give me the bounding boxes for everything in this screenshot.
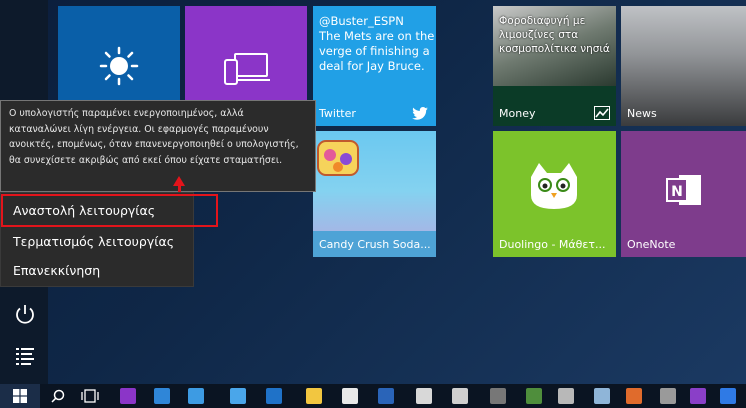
twitter-bird-icon bbox=[412, 107, 428, 120]
tile-label-twitter: Twitter bbox=[319, 107, 356, 120]
app-icon bbox=[378, 388, 394, 404]
folder-icon bbox=[306, 388, 322, 404]
onenote-logo-icon: N bbox=[666, 175, 701, 205]
taskbar-app-4[interactable] bbox=[222, 384, 254, 408]
power-menu: Αναστολή λειτουργίας Τερματισμός λειτουρ… bbox=[0, 192, 218, 287]
taskbar-app-3[interactable] bbox=[180, 384, 212, 408]
tile-money[interactable]: Φοροδιαφυγή με λιμουζίνες στα κοσμοπολίτ… bbox=[493, 6, 616, 126]
sleep-highlight-box bbox=[1, 194, 218, 227]
all-apps-icon[interactable] bbox=[13, 344, 37, 368]
tile-label-money: Money bbox=[499, 107, 536, 120]
money-headline: Φοροδιαφυγή με λιμουζίνες στα κοσμοπολίτ… bbox=[499, 15, 610, 55]
taskbar-search-button[interactable] bbox=[42, 384, 74, 408]
app-icon bbox=[594, 388, 610, 404]
tile-candy-crush[interactable]: Candy Crush Soda... bbox=[313, 131, 436, 257]
sun-icon bbox=[99, 46, 139, 86]
sleep-tooltip: Ο υπολογιστής παραμένει ενεργοποιημένος,… bbox=[0, 100, 316, 192]
taskbar-calculator[interactable] bbox=[408, 384, 440, 408]
app-icon bbox=[626, 388, 642, 404]
app-icon bbox=[120, 388, 136, 404]
dropbox-icon bbox=[720, 388, 736, 404]
headphones-icon bbox=[452, 388, 468, 404]
tile-label-news: News bbox=[627, 107, 657, 120]
taskbar-file-explorer[interactable] bbox=[298, 384, 330, 408]
taskbar-app-12[interactable] bbox=[652, 384, 684, 408]
tile-twitter[interactable]: @Buster_ESPN The Mets are on the verge o… bbox=[313, 6, 436, 126]
app-icon bbox=[558, 388, 574, 404]
taskbar-app-1[interactable] bbox=[112, 384, 144, 408]
app-icon bbox=[526, 388, 542, 404]
calculator-icon bbox=[416, 388, 432, 404]
app-icon bbox=[266, 388, 282, 404]
taskbar-app-7[interactable] bbox=[482, 384, 514, 408]
tile-onenote[interactable]: N OneNote bbox=[621, 131, 746, 257]
taskbar-dropbox[interactable] bbox=[712, 384, 744, 408]
taskbar-app-9[interactable] bbox=[550, 384, 582, 408]
taskbar-headphones[interactable] bbox=[444, 384, 476, 408]
devices-icon bbox=[224, 53, 270, 85]
taskbar-app-6[interactable] bbox=[370, 384, 402, 408]
feather-icon bbox=[690, 388, 706, 404]
app-icon bbox=[490, 388, 506, 404]
twitter-body: The Mets are on the verge of finishing a… bbox=[319, 29, 435, 73]
tile-label-candy-crush: Candy Crush Soda... bbox=[319, 238, 431, 251]
app-icon bbox=[230, 388, 246, 404]
windows-logo-icon bbox=[13, 389, 27, 403]
taskbar-app-5[interactable] bbox=[258, 384, 290, 408]
tile-label-onenote: OneNote bbox=[627, 238, 676, 251]
tile-label-duolingo: Duolingo - Μάθετ... bbox=[499, 238, 606, 251]
power-menu-shutdown[interactable]: Τερματισμός λειτουργίας bbox=[13, 234, 174, 249]
power-icon[interactable] bbox=[13, 302, 37, 326]
tile-news[interactable]: News bbox=[621, 6, 746, 126]
taskbar-store[interactable] bbox=[334, 384, 366, 408]
candy-crush-logo-icon bbox=[317, 140, 359, 176]
taskbar-app-2[interactable] bbox=[146, 384, 178, 408]
app-icon bbox=[188, 388, 204, 404]
tile-duolingo[interactable]: Duolingo - Μάθετ... bbox=[493, 131, 616, 257]
taskbar-app-10[interactable] bbox=[586, 384, 618, 408]
task-view-icon bbox=[81, 389, 99, 403]
taskbar-app-11[interactable] bbox=[618, 384, 650, 408]
svg-text:N: N bbox=[671, 184, 683, 200]
taskbar bbox=[0, 384, 746, 408]
twitter-handle: @Buster_ESPN bbox=[319, 14, 404, 28]
taskbar-app-8[interactable] bbox=[518, 384, 550, 408]
app-icon bbox=[660, 388, 676, 404]
money-chart-icon bbox=[594, 106, 610, 120]
search-icon bbox=[51, 389, 65, 403]
start-button[interactable] bbox=[0, 384, 40, 408]
taskbar-app-13[interactable] bbox=[682, 384, 714, 408]
app-icon bbox=[154, 388, 170, 404]
store-icon bbox=[342, 388, 358, 404]
power-menu-restart[interactable]: Επανεκκίνηση bbox=[13, 263, 100, 278]
task-view-button[interactable] bbox=[74, 384, 106, 408]
tooltip-text: Ο υπολογιστής παραμένει ενεργοποιημένος,… bbox=[9, 108, 299, 166]
duolingo-owl-icon bbox=[531, 163, 577, 209]
